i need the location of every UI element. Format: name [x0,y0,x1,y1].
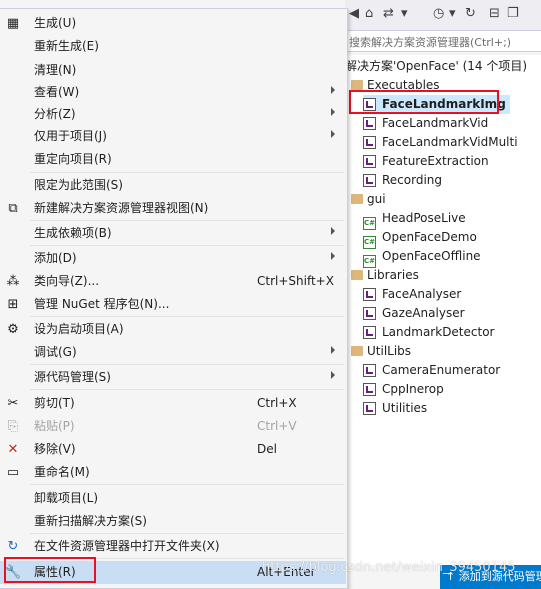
back-icon[interactable]: ◀ [349,6,359,22]
menu-item-source-control[interactable]: 源代码管理(S) [0,366,346,388]
menu-item-manage-nuget[interactable]: ⊞ 管理 NuGet 程序包(N)... [0,293,346,315]
project-node[interactable]: Utilities [363,399,427,418]
submenu-arrow-icon [331,130,335,138]
menu-item-debug[interactable]: 调试(G) [0,341,346,363]
submenu-arrow-icon [331,346,335,354]
project-node[interactable]: FaceLandmarkVidMulti [363,133,518,152]
submenu-arrow-icon [331,371,335,379]
folder-icon [351,194,363,204]
properties-highlight-box [4,557,96,583]
solution-tree: 解决方案'OpenFace' (14 个项目) Executables Face… [345,55,541,565]
menu-item-retarget[interactable]: 重定向项目(R) [0,148,346,170]
search-placeholder: 搜索解决方案资源管理器(Ctrl+;) [349,36,512,49]
project-node[interactable]: C# OpenFaceOffline [363,247,481,268]
cpp-project-icon [363,174,376,187]
paste-icon: ⎘ [7,419,19,434]
dropdown-chevron-icon[interactable]: ▾ [449,6,456,22]
solution-node[interactable]: 解决方案'OpenFace' (14 个项目) [345,57,527,76]
project-node[interactable]: Recording [363,171,442,190]
folder-node[interactable]: gui [351,190,386,209]
menu-item-paste[interactable]: ⎘ 粘贴(P) Ctrl+V [0,415,346,437]
nuget-icon: ⊞ [7,297,19,312]
folder-icon [351,80,363,90]
cpp-project-icon [363,307,376,320]
menu-separator [30,484,344,485]
project-node[interactable]: C# HeadPoseLive [363,209,466,230]
submenu-arrow-icon [331,227,335,235]
selection-highlight-box [349,90,499,114]
scissors-icon: ✂ [7,396,19,411]
project-node[interactable]: FaceAnalyser [363,285,461,304]
submenu-arrow-icon [331,108,335,116]
open-folder-icon: ↻ [7,539,19,554]
project-node[interactable]: CameraEnumerator [363,361,500,380]
folder-icon [351,270,363,280]
context-menu: ▦ 生成(U) 重新生成(E) 清理(N) 查看(W) 分析(Z) 仅用于项目(… [0,8,348,589]
class-wizard-icon: ⁂ [6,274,20,289]
dropdown-chevron-icon[interactable]: ▾ [401,6,408,22]
menu-item-new-view[interactable]: ⧉ 新建解决方案资源管理器视图(N) [0,197,346,219]
rename-icon: ▭ [6,465,20,480]
cpp-project-icon [363,155,376,168]
cpp-project-icon [363,136,376,149]
submenu-arrow-icon [331,252,335,260]
menu-separator [30,389,344,390]
submenu-arrow-icon [331,86,335,94]
solution-search-box[interactable]: 搜索解决方案资源管理器(Ctrl+;) [345,31,541,52]
menu-item-class-wizard[interactable]: ⁂ 类向导(Z)... Ctrl+Shift+X [0,270,346,292]
project-node[interactable]: FaceLandmarkVid [363,114,488,133]
gear-icon: ⚙ [7,322,19,337]
project-node[interactable]: LandmarkDetector [363,323,494,342]
cpp-project-icon [363,364,376,377]
menu-item-unload-project[interactable]: 卸载项目(L) [0,487,346,509]
menu-separator [30,245,344,246]
new-view-icon: ⧉ [8,201,18,216]
cpp-project-icon [363,288,376,301]
cpp-project-icon [363,383,376,396]
menu-item-cut[interactable]: ✂ 剪切(T) Ctrl+X [0,392,346,414]
menu-item-rename[interactable]: ▭ 重命名(M) [0,461,346,483]
cpp-project-icon [363,326,376,339]
menu-item-set-startup[interactable]: ⚙ 设为启动项目(A) [0,318,346,340]
show-all-files-icon[interactable]: ❐ [507,6,519,22]
menu-separator [30,316,344,317]
menu-item-clean[interactable]: 清理(N) [0,59,346,81]
cpp-project-icon [363,117,376,130]
project-node[interactable]: GazeAnalyser [363,304,465,323]
menu-item-rebuild[interactable]: 重新生成(E) [0,35,346,57]
menu-item-view[interactable]: 查看(W) [0,81,346,103]
menu-item-open-folder[interactable]: ↻ 在文件资源管理器中打开文件夹(X) [0,535,346,557]
history-icon[interactable]: ◷ [433,6,444,22]
remove-icon: ✕ [7,442,19,457]
folder-node[interactable]: UtilLibs [351,342,411,361]
menu-separator [30,172,344,173]
build-icon: ▦ [6,16,20,31]
project-node[interactable]: C# OpenFaceDemo [363,228,477,249]
sync-icon[interactable]: ⇄ [383,6,394,22]
collapse-all-icon[interactable]: ⊟ [489,6,500,22]
menu-separator [30,364,344,365]
folder-node[interactable]: Libraries [351,266,419,285]
project-node[interactable]: FeatureExtraction [363,152,489,171]
menu-item-project-only[interactable]: 仅用于项目(J) [0,125,346,147]
watermark: https://blog.csdn.net/weixin_39450145 [262,560,516,575]
menu-separator [30,533,344,534]
solution-explorer-toolbar: ◀ ⌂ ⇄ ▾ ◷ ▾ ↻ ⊟ ❐ [345,0,541,31]
menu-item-build[interactable]: ▦ 生成(U) [0,12,346,34]
menu-item-rescan-solution[interactable]: 重新扫描解决方案(S) [0,510,346,532]
menu-item-scope-to-this[interactable]: 限定为此范围(S) [0,174,346,196]
refresh-icon[interactable]: ↻ [465,6,476,22]
home-icon[interactable]: ⌂ [365,6,373,22]
menu-item-add[interactable]: 添加(D) [0,247,346,269]
cpp-project-icon [363,402,376,415]
folder-icon [351,346,363,356]
project-node[interactable]: CppInerop [363,380,444,399]
menu-item-remove[interactable]: ✕ 移除(V) Del [0,438,346,460]
menu-item-analyze[interactable]: 分析(Z) [0,103,346,125]
menu-item-build-dependencies[interactable]: 生成依赖项(B) [0,222,346,244]
menu-separator [30,220,344,221]
